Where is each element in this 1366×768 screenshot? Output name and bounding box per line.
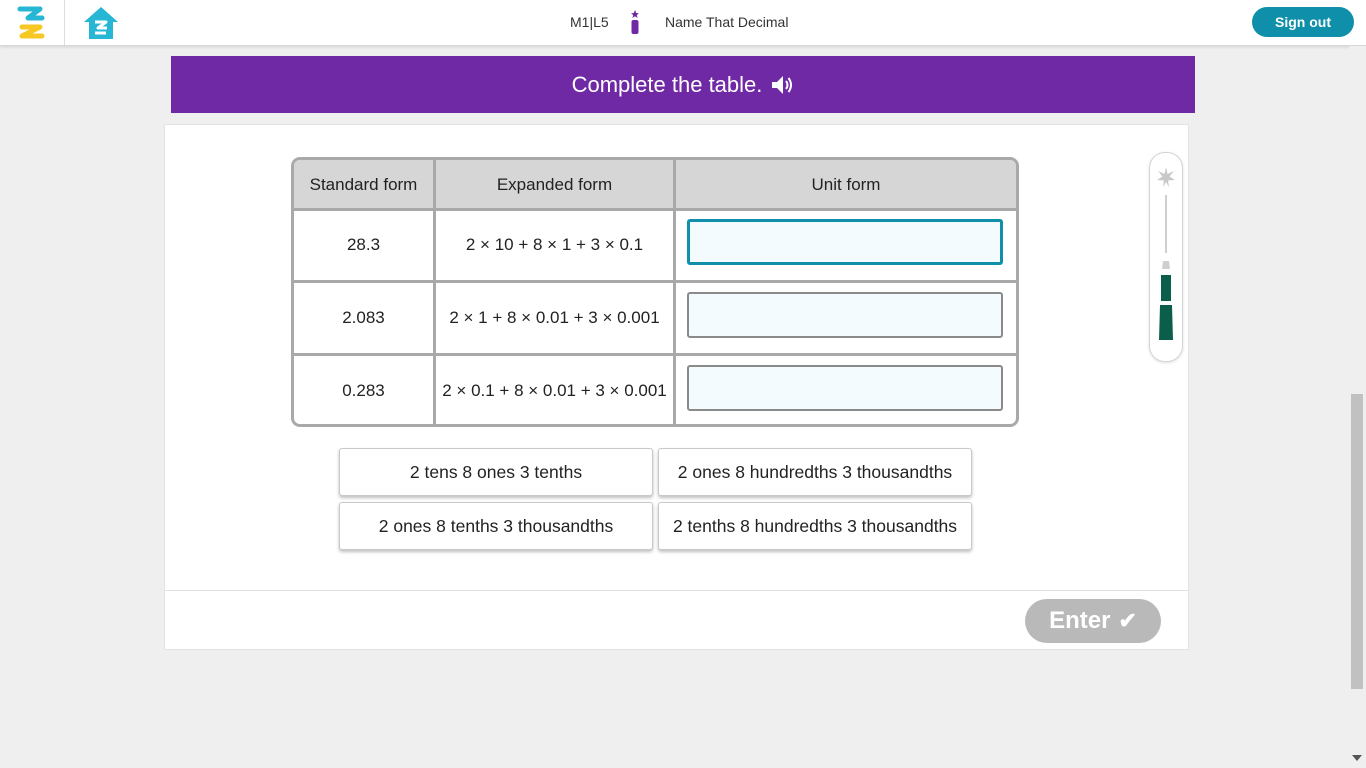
- sparkle-icon: [1157, 167, 1175, 187]
- row-3-standard: 0.283: [342, 381, 385, 400]
- activity-title: Name That Decimal: [665, 14, 789, 30]
- progress-meter-graphic: [1157, 167, 1175, 340]
- row-1-unit-form-input[interactable]: [687, 219, 1003, 265]
- rocket-icon: [631, 10, 639, 34]
- row-divider: [294, 353, 1016, 356]
- top-bar: M1|L5 Name That Decimal Sign out: [0, 0, 1366, 46]
- row-2-unit-form-input[interactable]: [687, 292, 1003, 338]
- answer-chip[interactable]: 2 tenths 8 hundredths 3 thousandths: [658, 502, 972, 550]
- row-1-standard: 28.3: [346, 235, 381, 254]
- header-unit-form: Unit form: [811, 175, 881, 194]
- scroll-down-arrow-icon[interactable]: [1352, 755, 1362, 761]
- header-standard-form: Standard form: [309, 175, 418, 194]
- column-divider: [673, 160, 676, 424]
- answer-chip[interactable]: 2 tens 8 ones 3 tenths: [339, 448, 653, 496]
- enter-button[interactable]: Enter ✔: [1025, 599, 1161, 643]
- header-expanded-form: Expanded form: [496, 175, 613, 194]
- header-divider: [64, 0, 65, 45]
- row-1-expanded: 2 × 10 + 8 × 1 + 3 × 0.1: [465, 235, 644, 254]
- home-icon[interactable]: [82, 5, 120, 41]
- row-3-unit-form-input[interactable]: [687, 365, 1003, 411]
- speaker-icon[interactable]: [770, 74, 794, 96]
- prompt-text: Complete the table.: [571, 71, 763, 97]
- sign-out-button[interactable]: Sign out: [1252, 7, 1354, 37]
- row-2-expanded: 2 × 1 + 8 × 0.01 + 3 × 0.001: [449, 308, 660, 327]
- activity-panel: Standard form Expanded form Unit form 28…: [164, 124, 1189, 650]
- checkmark-icon: ✔: [1118, 608, 1137, 633]
- page-scrollbar[interactable]: [1349, 46, 1366, 768]
- answer-chip[interactable]: 2 ones 8 tenths 3 thousandths: [339, 502, 653, 550]
- row-3-expanded: 2 × 0.1 + 8 × 0.01 + 3 × 0.001: [442, 381, 667, 400]
- enter-label: Enter: [1049, 607, 1111, 634]
- scrollbar-thumb[interactable]: [1351, 394, 1363, 689]
- row-divider: [294, 280, 1016, 283]
- row-2-standard: 2.083: [342, 308, 385, 327]
- zearn-logo-icon[interactable]: [14, 5, 48, 39]
- lesson-code: M1|L5: [570, 14, 609, 30]
- progress-meter: [1149, 152, 1183, 362]
- decimal-table: Standard form Expanded form Unit form 28…: [291, 157, 1019, 427]
- footer-divider: [165, 590, 1188, 591]
- answer-chip[interactable]: 2 ones 8 hundredths 3 thousandths: [658, 448, 972, 496]
- prompt-banner: Complete the table.: [171, 56, 1195, 113]
